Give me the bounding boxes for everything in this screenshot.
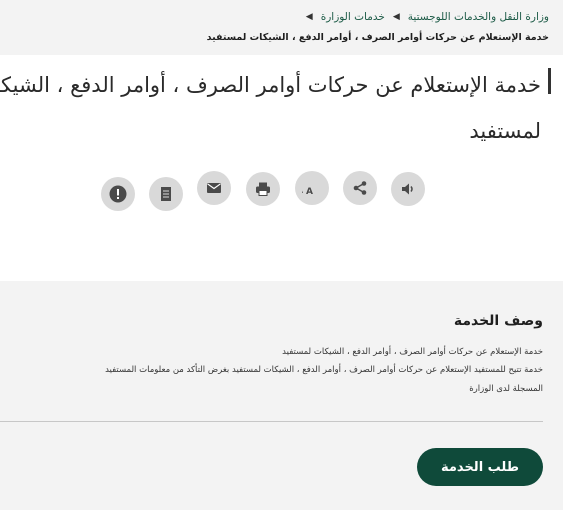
document-icon (161, 187, 171, 201)
title-accent-bar (548, 68, 551, 94)
page-title: خدمة الإستعلام عن حركات أوامر الصرف ، أو… (0, 73, 541, 143)
breadcrumb-separator-icon: ◀ (392, 12, 400, 22)
svg-text:A: A (306, 187, 313, 197)
share-button[interactable] (343, 171, 377, 205)
breadcrumb-separator-icon: ◀ (305, 12, 313, 22)
breadcrumb-bar: وزارة النقل والخدمات اللوجستية ◀ خدمات ا… (0, 0, 563, 55)
action-toolbar: A A (101, 171, 431, 212)
speaker-icon (402, 183, 413, 195)
description-line: خدمة الإستعلام عن حركات أوامر الصرف ، أو… (282, 347, 543, 357)
breadcrumb-ministry-services[interactable]: خدمات الوزارة (321, 11, 385, 23)
share-icon (353, 181, 367, 195)
request-service-button[interactable]: طلب الخدمة (417, 448, 543, 486)
document-button[interactable] (149, 177, 183, 211)
alert-icon (109, 185, 127, 203)
divider (0, 421, 543, 422)
breadcrumb: وزارة النقل والخدمات اللوجستية ◀ خدمات ا… (298, 11, 549, 23)
description-title: وصف الخدمة (453, 313, 543, 329)
font-size-icon: A A (302, 181, 313, 197)
print-button[interactable] (246, 172, 280, 206)
email-button[interactable] (197, 171, 231, 205)
description-line: خدمة تتيح للمستفيد الإستعلام عن حركات أو… (105, 365, 543, 375)
breadcrumb-current: خدمة الإستعلام عن حركات أوامر الصرف ، أو… (206, 32, 549, 43)
report-button[interactable] (101, 177, 135, 211)
email-icon (207, 183, 221, 193)
font-size-button[interactable]: A A (295, 171, 329, 205)
print-icon (256, 182, 270, 196)
description-line: المسجلة لدى الوزارة (469, 384, 543, 394)
svg-text:A: A (302, 181, 303, 197)
breadcrumb-ministry[interactable]: وزارة النقل والخدمات اللوجستية (408, 11, 549, 23)
listen-button[interactable] (391, 172, 425, 206)
service-description-panel: وصف الخدمة خدمة الإستعلام عن حركات أوامر… (0, 281, 563, 510)
